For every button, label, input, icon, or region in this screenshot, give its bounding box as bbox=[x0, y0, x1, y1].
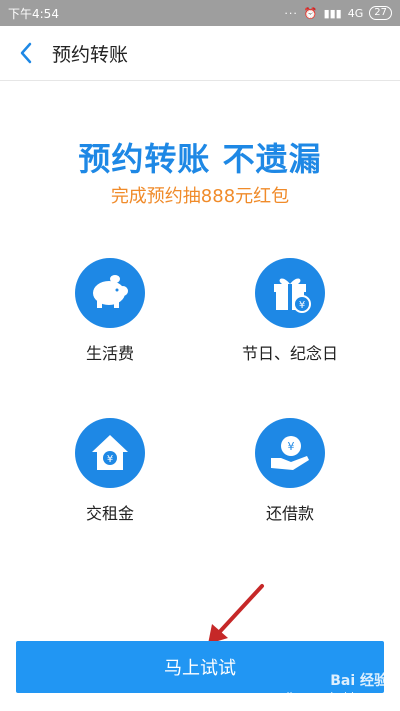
category-label: 生活费 bbox=[85, 344, 134, 363]
notification-dots: ··· bbox=[284, 6, 298, 20]
watermark-main: Bai 经验 bbox=[330, 673, 388, 689]
svg-text:¥: ¥ bbox=[107, 454, 113, 465]
back-button[interactable] bbox=[0, 26, 52, 80]
battery-level: 27 bbox=[369, 6, 392, 20]
status-icons: ··· ⏰ ▮▮▮ 4G 27 bbox=[284, 6, 392, 20]
hero-subtitle: 完成预约抽888元红包 bbox=[110, 186, 290, 207]
category-holiday[interactable]: ¥ 节日、纪念日 bbox=[220, 258, 360, 364]
category-rent[interactable]: ¥ 交租金 bbox=[40, 418, 180, 524]
alarm-icon: ⏰ bbox=[303, 6, 318, 20]
status-time: 下午4:54 bbox=[8, 6, 59, 21]
hand-coin-icon: ¥ bbox=[271, 436, 309, 470]
category-living-expenses[interactable]: 生活费 bbox=[40, 258, 180, 364]
gift-box-icon: ¥ bbox=[274, 278, 311, 313]
category-icon-circle bbox=[75, 258, 145, 328]
category-label: 还借款 bbox=[265, 504, 314, 523]
pointer-arrow-icon bbox=[208, 584, 264, 644]
status-bar: 下午4:54 ··· ⏰ ▮▮▮ 4G 27 bbox=[0, 0, 400, 26]
piggy-bank-icon bbox=[93, 275, 128, 308]
network-label: 4G bbox=[347, 6, 364, 20]
chevron-left-icon bbox=[20, 42, 32, 64]
baidu-jingyan-watermark: Bai 经验 jingyan.baidu.com bbox=[286, 670, 388, 703]
category-repay-loan[interactable]: ¥ 还借款 bbox=[220, 418, 360, 524]
category-icon-circle: ¥ bbox=[255, 258, 325, 328]
category-label: 交租金 bbox=[85, 504, 134, 523]
category-label: 节日、纪念日 bbox=[241, 344, 338, 363]
category-icon-circle: ¥ bbox=[75, 418, 145, 488]
nav-bar: 预约转账 bbox=[0, 26, 400, 81]
category-icon-circle: ¥ bbox=[255, 418, 325, 488]
signal-icon: ▮▮▮ bbox=[323, 6, 342, 20]
svg-text:¥: ¥ bbox=[299, 300, 305, 311]
hero-title: 预约转账 不遗漏 bbox=[78, 140, 322, 178]
house-yuan-icon: ¥ bbox=[92, 435, 128, 470]
svg-text:¥: ¥ bbox=[288, 440, 295, 453]
page-title: 预约转账 bbox=[52, 43, 129, 66]
watermark-url: jingyan.baidu.com bbox=[286, 690, 388, 703]
